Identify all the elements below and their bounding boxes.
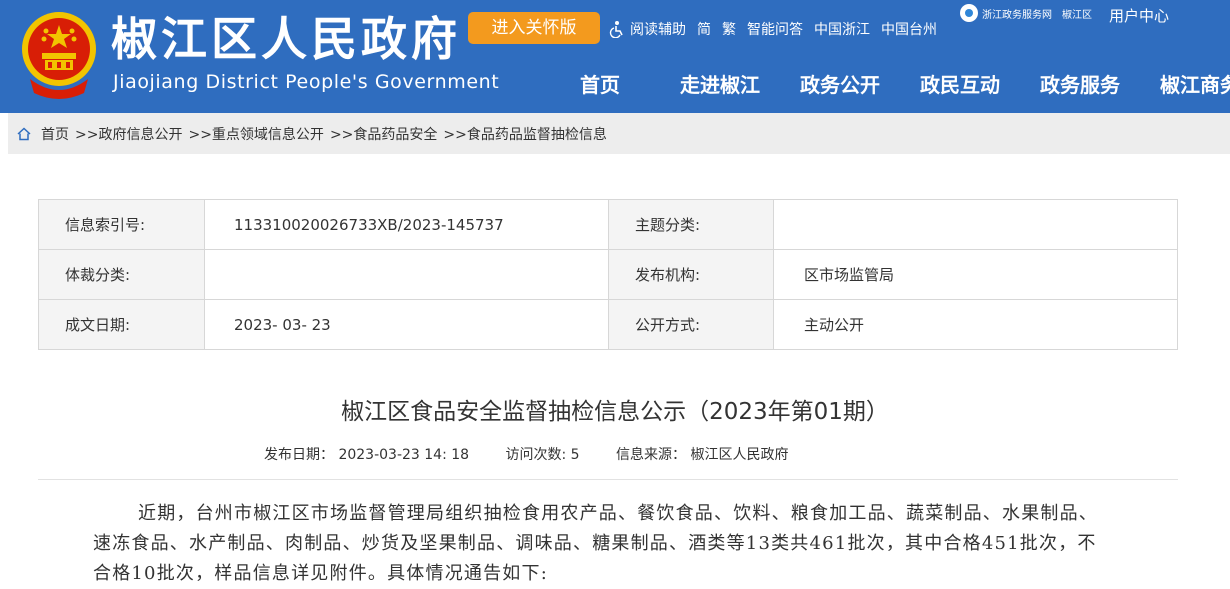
top-links: 阅读辅助 简 繁 智能问答 中国浙江 中国台州 [608,19,948,39]
article-body: 近期，台州市椒江区市场监督管理局组织抽检食用农产品、餐饮食品、饮料、粮食加工品、… [93,503,1098,584]
portal-logo-icon [960,4,978,22]
article-info: 发布日期： 2023-03-23 14: 18 访问次数: 5 信息来源： 椒江… [264,444,821,464]
visit-count: 访问次数: 5 [505,447,580,463]
top-link-traditional[interactable]: 繁 [722,19,736,39]
site-subtitle: Jiaojiang District People's Government [113,71,500,93]
info-meta-table: 信息索引号: 113310020026733XB/2023-145737 主题分… [38,199,1178,350]
top-link-zhejiang[interactable]: 中国浙江 [814,19,870,39]
breadcrumb-food-drug[interactable]: >>食品药品安全 [330,124,437,144]
care-version-button[interactable]: 进入关怀版 [468,12,600,44]
top-link-smart-qa[interactable]: 智能问答 [747,19,803,39]
breadcrumb-gov-info[interactable]: >>政府信息公开 [75,124,182,144]
main-nav: 首页 走进椒江 政务公开 政民互动 政务服务 椒江商务 [540,70,1230,100]
portal-area: 椒江区 [1062,9,1092,21]
meta-row: 成文日期: 2023- 03- 23 公开方式: 主动公开 [38,299,1178,350]
nav-about[interactable]: 走进椒江 [660,70,780,100]
user-center-link[interactable]: 用户中心 [1109,5,1169,26]
breadcrumb-inspection[interactable]: >>食品药品监督抽检信息 [443,124,606,144]
meta-row: 信息索引号: 113310020026733XB/2023-145737 主题分… [38,199,1178,250]
portal-name: 浙江政务服务网 [982,9,1052,21]
nav-gov-affairs-open[interactable]: 政务公开 [780,70,900,100]
meta-org-value: 区市场监管局 [773,249,1178,300]
breadcrumb-key-areas[interactable]: >>重点领域信息公开 [188,124,323,144]
breadcrumb: 首页 >>政府信息公开 >>重点领域信息公开 >>食品药品安全 >>食品药品监督… [8,113,1230,154]
info-source: 信息来源： 椒江区人民政府 [616,447,789,463]
meta-open-value: 主动公开 [773,299,1178,350]
meta-row: 体裁分类: 发布机构: 区市场监管局 [38,249,1178,300]
zhejiang-portal-link[interactable]: 浙江政务服务网 椒江区 [960,4,1092,22]
meta-org-label: 发布机构: [608,249,774,300]
national-emblem-icon[interactable] [20,9,98,101]
meta-topic-value [773,199,1178,250]
accessibility-icon[interactable] [608,20,626,38]
meta-genre-value [204,249,609,300]
article-title: 椒江区食品安全监督抽检信息公示（2023年第01期） [341,399,889,425]
nav-interaction[interactable]: 政民互动 [900,70,1020,100]
site-header: 椒江区人民政府 Jiaojiang District People's Gove… [0,0,1230,113]
meta-open-label: 公开方式: [608,299,774,350]
breadcrumb-home[interactable]: 首页 [41,124,69,144]
meta-topic-label: 主题分类: [608,199,774,250]
top-link-taizhou[interactable]: 中国台州 [881,19,937,39]
nav-home[interactable]: 首页 [540,70,660,100]
meta-index-value: 113310020026733XB/2023-145737 [204,199,609,250]
top-link-simplified[interactable]: 简 [697,19,711,39]
home-icon[interactable] [16,126,32,142]
nav-services[interactable]: 政务服务 [1020,70,1140,100]
top-link-reading-aid[interactable]: 阅读辅助 [630,19,686,39]
meta-genre-label: 体裁分类: [38,249,205,300]
publish-date: 发布日期： 2023-03-23 14: 18 [264,447,470,463]
site-title[interactable]: 椒江区人民政府 [111,10,461,68]
meta-index-label: 信息索引号: [38,199,205,250]
divider [38,479,1178,480]
nav-commerce[interactable]: 椒江商务 [1140,70,1230,100]
meta-date-label: 成文日期: [38,299,205,350]
meta-date-value: 2023- 03- 23 [204,299,609,350]
